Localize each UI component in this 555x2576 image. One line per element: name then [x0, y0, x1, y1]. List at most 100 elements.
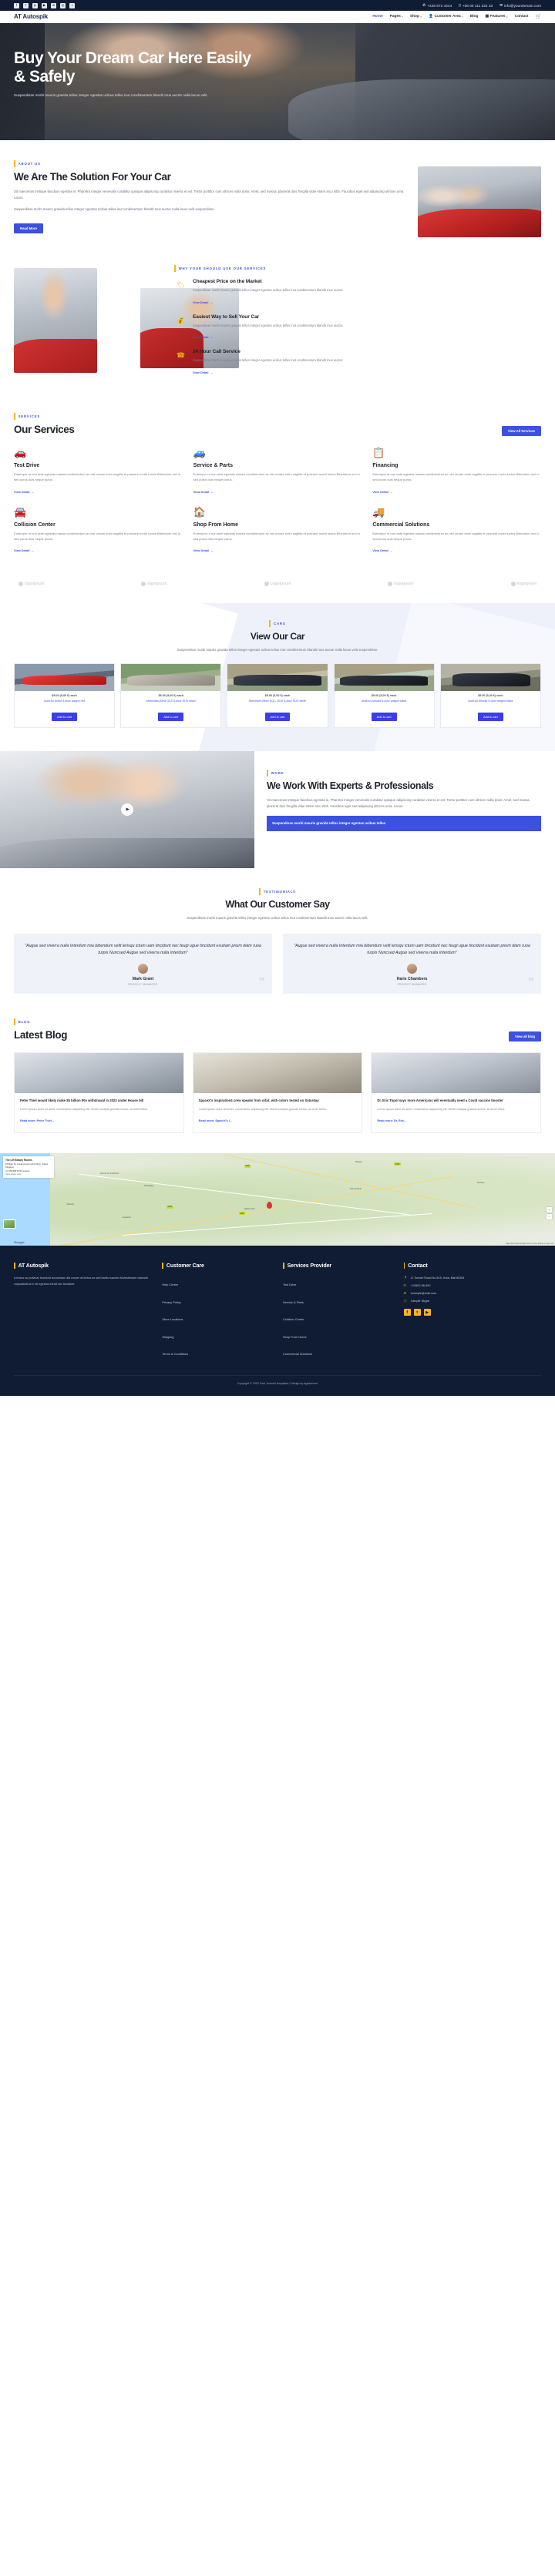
email-link[interactable]: ✉ info@yourdomain.com — [500, 3, 541, 8]
blog-post-title[interactable]: Dr. Eric Topol says more Americans will … — [377, 1098, 535, 1104]
flickr-icon[interactable]: ▪ — [69, 2, 75, 8]
instagram-icon[interactable]: ◎ — [60, 2, 66, 8]
map-marker-icon[interactable] — [266, 1201, 272, 1209]
map-larger-link[interactable]: View larger map — [5, 1172, 52, 1176]
map-satellite-thumbnail[interactable] — [3, 1219, 15, 1229]
twitter-icon[interactable]: t — [413, 1309, 421, 1317]
service-link[interactable]: View Detail → — [193, 548, 214, 552]
service-text: Eutempor ut non ante egestas massa condi… — [14, 471, 181, 482]
footer-link[interactable]: Service & Parts — [283, 1300, 304, 1304]
car-card[interactable]: $5.00 (5,00 €) each Mercedes-Benz EQC 20… — [227, 663, 328, 729]
experts-eyebrow: WORK — [267, 770, 541, 777]
car-name[interactable]: Audi A4 Allroad 5-door wagon black — [335, 699, 434, 708]
facebook-icon[interactable]: f — [403, 1309, 411, 1317]
nav-item-features[interactable]: ▦ Features ▾ — [486, 15, 508, 18]
map-zoom-out-button[interactable]: − — [547, 1214, 552, 1220]
footer-column-services: Services Provider Test Drive Service & P… — [283, 1263, 393, 1363]
nav-item-blog[interactable]: Blog — [470, 15, 479, 18]
add-to-cart-button[interactable]: Add to cart — [264, 713, 291, 722]
footer-link[interactable]: Privacy Policy — [162, 1300, 180, 1304]
service-link[interactable]: View Detail → — [372, 548, 392, 552]
car-name[interactable]: Mercedes-Benz EQC 2019 5-door SUV white — [227, 699, 327, 708]
location-map[interactable]: A595 A595 A596 A595 Holme St Cuthbert Me… — [0, 1153, 555, 1246]
youtube-icon[interactable]: ▶ — [423, 1309, 431, 1317]
car-card[interactable]: $5.00 (5,00 €) each Audi A4 Allroad 5-do… — [439, 663, 541, 729]
nav-item-pages[interactable]: Pages ▾ — [390, 15, 403, 18]
nav-item-customer-area[interactable]: 👤 Customer Area ▾ — [429, 15, 463, 18]
blog-post-title[interactable]: SpaceX's inspiration4 crew speaks from o… — [199, 1098, 357, 1104]
blog-post-excerpt: Lorem ipsum dolor sit amet, consectetur … — [20, 1107, 149, 1111]
footer-link[interactable]: Store Locations — [162, 1317, 183, 1321]
experts-highlight: Suspendisse morbi mauris gravida tellus … — [267, 816, 541, 831]
site-logo[interactable]: AT Autospik — [14, 13, 48, 20]
blog-read-more-link[interactable]: Read more: Peter Thiel... — [20, 1119, 54, 1122]
car-card[interactable]: $5.00 (5,00 €) each Audi A4 Allroad 5-do… — [333, 663, 435, 729]
car-name[interactable]: Mercedes-Benz GLE 5-door SUV silver — [121, 699, 220, 708]
nav-item-contact[interactable]: Contact — [515, 15, 529, 18]
add-to-cart-button[interactable]: Add to cart — [158, 713, 184, 722]
phone-primary[interactable]: ✆ +228 872 4444 — [422, 3, 452, 8]
footer-link[interactable]: Help Center — [162, 1283, 178, 1286]
arrow-right-icon: → — [210, 300, 214, 304]
cart-icon[interactable]: 🛒 — [536, 14, 541, 19]
car-name[interactable]: Audi A4 Allroad 5-door wagon black — [441, 699, 540, 708]
service-link[interactable]: View Detail → — [372, 490, 392, 494]
service-link[interactable]: View Detail → — [193, 490, 214, 494]
footer-link[interactable]: Collision Center — [283, 1317, 304, 1321]
why-item-link[interactable]: View Detail → — [193, 300, 213, 304]
blog-read-more-link[interactable]: Read more: SpaceX's I... — [199, 1119, 232, 1122]
blog-card[interactable]: Dr. Eric Topol says more Americans will … — [371, 1052, 541, 1134]
collision-icon: 🚘 — [14, 505, 27, 518]
pinterest-icon[interactable]: p — [32, 2, 38, 8]
site-footer: AT Autospik A lectus ac pulvinar tincidu… — [0, 1246, 555, 1396]
service-link[interactable]: View Detail → — [14, 548, 34, 552]
footer-link[interactable]: Shop From Home — [283, 1335, 307, 1339]
car-card[interactable]: $5.00 (5,00 €) each Audi A4 Avant 5-door… — [14, 663, 116, 729]
service-link[interactable]: View Detail → — [14, 490, 34, 494]
financing-icon: 📋 — [372, 446, 385, 458]
footer-contact-title: Contact — [403, 1263, 541, 1270]
play-icon[interactable]: ▶ — [121, 803, 133, 817]
nav-item-shop[interactable]: Shop ▾ — [410, 15, 422, 18]
list-item: Commercial Solutions — [283, 1345, 393, 1359]
blog-post-title[interactable]: Peter Thiel would likely make $5 billion… — [20, 1098, 178, 1104]
service-title: Financing — [372, 462, 399, 468]
home-shop-icon: 🏠 — [193, 505, 206, 518]
why-item-link[interactable]: View Detail → — [193, 371, 213, 374]
arrow-right-icon: → — [389, 548, 393, 553]
google-logo: Google — [14, 1240, 25, 1245]
phone-secondary[interactable]: ▯ +08 00 111 222 33 — [459, 3, 493, 8]
add-to-cart-button[interactable]: Add to cart — [477, 713, 503, 722]
blog-card[interactable]: SpaceX's inspiration4 crew speaks from o… — [192, 1052, 363, 1134]
facebook-icon[interactable]: f — [14, 2, 19, 8]
quote-icon: ❞ — [527, 977, 534, 990]
twitter-icon[interactable]: t — [23, 2, 29, 8]
footer-link[interactable]: Test Drive — [283, 1283, 296, 1286]
phone-support-icon: ☎ — [176, 351, 186, 360]
car-name[interactable]: Audi A4 Avant 5-door wagon red — [15, 699, 114, 708]
youtube-icon[interactable]: ▶ — [42, 2, 47, 8]
add-to-cart-button[interactable]: Add to cart — [52, 713, 77, 722]
view-all-services-button[interactable]: View All Services — [501, 425, 541, 436]
about-read-more-button[interactable]: Read More — [14, 223, 43, 233]
add-to-cart-button[interactable]: Add to cart — [371, 713, 397, 722]
footer-link[interactable]: Shipping — [162, 1335, 173, 1339]
experts-video[interactable]: ▶ — [0, 751, 254, 869]
car-card[interactable]: $5.00 (5,00 €) each Mercedes-Benz GLE 5-… — [120, 663, 222, 729]
nav-item-home[interactable]: Home — [372, 15, 382, 18]
view-all-blog-button[interactable]: View all blog — [509, 1031, 541, 1042]
footer-link[interactable]: Terms & Conditions — [162, 1352, 188, 1356]
footer-customer-care-title: Customer Care — [162, 1263, 272, 1270]
footer-link[interactable]: Commercial Solutions — [283, 1352, 312, 1356]
services-section: SERVICES Our Services View All Services … — [0, 397, 555, 575]
blog-card[interactable]: Peter Thiel would likely make $5 billion… — [14, 1052, 184, 1134]
linkedin-icon[interactable]: in — [51, 2, 56, 8]
map-info-card[interactable]: The Lift Beauty Rooms 15 Main St, Cocker… — [3, 1156, 54, 1178]
blog-read-more-link[interactable]: Read more: Dr. Eric... — [377, 1119, 406, 1122]
list-item: Shipping — [162, 1328, 272, 1342]
why-item-link[interactable]: View Detail → — [193, 335, 213, 339]
list-item: Test Drive — [283, 1276, 393, 1290]
map-zoom-in-button[interactable]: + — [547, 1207, 552, 1213]
testimonial-card: "Augue sed viverra nulla Interdum mia bi… — [283, 934, 541, 995]
car-photo — [334, 664, 434, 692]
